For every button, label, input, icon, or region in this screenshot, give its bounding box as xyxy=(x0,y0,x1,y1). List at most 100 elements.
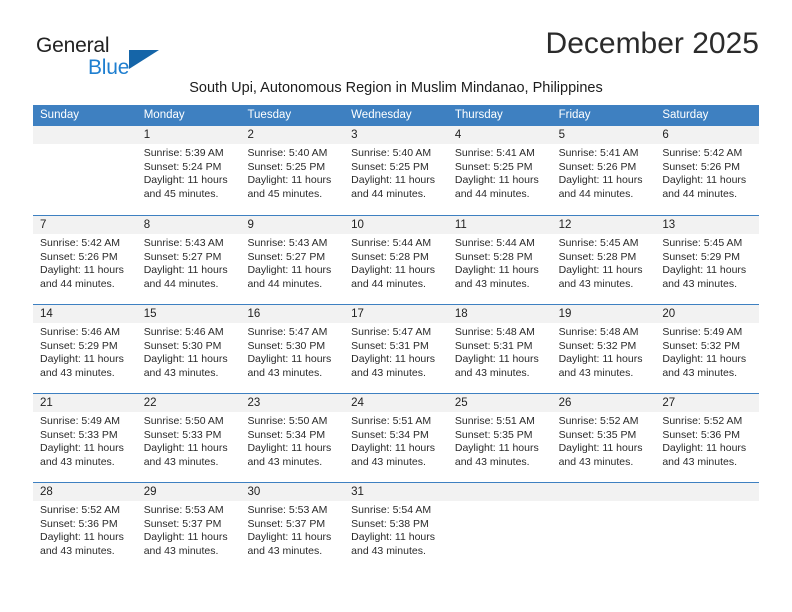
day-details: Sunrise: 5:48 AM Sunset: 5:32 PM Daylight:… xyxy=(552,323,656,380)
calendar-day-cell[interactable]: 31 Sunrise: 5:54 AM Sunset: 5:38 PM Dayligh… xyxy=(344,483,448,571)
calendar-day-cell[interactable]: 4 Sunrise: 5:41 AM Sunset: 5:25 PM Daylight… xyxy=(447,126,552,215)
daylight-duration-line-2: and 43 minutes. xyxy=(454,366,530,379)
calendar-day-cell[interactable]: 25 Sunrise: 5:51 AM Sunset: 5:35 PM Dayligh… xyxy=(447,394,552,482)
sunrise-time: Sunrise: 5:48 AM xyxy=(558,326,639,338)
day-details: Sunrise: 5:39 AM Sunset: 5:24 PM Daylight:… xyxy=(137,144,241,201)
sunset-time: Sunset: 5:25 PM xyxy=(454,160,533,173)
day-number: 5 xyxy=(551,126,656,144)
sunset-time: Sunset: 5:26 PM xyxy=(40,250,118,263)
sunrise-time: Sunrise: 5:54 AM xyxy=(351,504,432,516)
daylight-duration-line-1: Daylight: 11 hours xyxy=(454,442,539,455)
sunset-time: Sunset: 5:36 PM xyxy=(40,517,118,530)
sunset-time: Sunset: 5:36 PM xyxy=(662,428,740,441)
calendar-day-cell[interactable]: 7 Sunrise: 5:42 AM Sunset: 5:26 PM Daylight… xyxy=(33,216,137,304)
sunset-time: Sunset: 5:35 PM xyxy=(454,428,533,441)
calendar-day-cell[interactable]: 10 Sunrise: 5:44 AM Sunset: 5:28 PM Dayligh… xyxy=(344,216,448,304)
calendar-day-cell[interactable]: 17 Sunrise: 5:47 AM Sunset: 5:31 PM Dayligh… xyxy=(344,305,448,393)
sunrise-time: Sunrise: 5:47 AM xyxy=(247,326,328,338)
daylight-duration-line-1: Daylight: 11 hours xyxy=(662,174,747,187)
calendar-day-cell[interactable]: 6 Sunrise: 5:42 AM Sunset: 5:26 PM Daylight… xyxy=(655,126,760,215)
sunset-time: Sunset: 5:37 PM xyxy=(247,517,326,530)
daylight-duration-line-2: and 44 minutes. xyxy=(454,187,530,200)
weekday-header-wednesday: Wednesday xyxy=(351,109,412,121)
daylight-duration-line-1: Daylight: 11 hours xyxy=(40,531,124,544)
calendar-week-row: 7 Sunrise: 5:42 AM Sunset: 5:26 PM Daylight… xyxy=(33,215,760,304)
day-details: Sunrise: 5:53 AM Sunset: 5:37 PM Daylight:… xyxy=(137,501,241,558)
calendar-week-row: 28 Sunrise: 5:52 AM Sunset: 5:36 PM Dayligh… xyxy=(33,482,760,571)
sunrise-time: Sunrise: 5:53 AM xyxy=(247,504,328,516)
calendar-day-cell[interactable]: 28 Sunrise: 5:52 AM Sunset: 5:36 PM Dayligh… xyxy=(33,483,137,571)
sunset-time: Sunset: 5:35 PM xyxy=(558,428,637,441)
sunrise-time: Sunrise: 5:49 AM xyxy=(662,326,743,338)
daylight-duration-line-1: Daylight: 11 hours xyxy=(351,442,436,455)
logo-text-blue: Blue xyxy=(88,56,130,79)
calendar-day-cell[interactable]: 5 Sunrise: 5:41 AM Sunset: 5:26 PM Daylight… xyxy=(551,126,656,215)
calendar-day-cell[interactable]: 29 Sunrise: 5:53 AM Sunset: 5:37 PM Dayligh… xyxy=(136,483,241,571)
day-details: Sunrise: 5:50 AM Sunset: 5:33 PM Daylight:… xyxy=(137,412,241,469)
daylight-duration-line-1: Daylight: 11 hours xyxy=(454,174,539,187)
sunrise-time: Sunrise: 5:45 AM xyxy=(662,237,743,249)
daylight-duration-line-1: Daylight: 11 hours xyxy=(143,353,228,366)
sunset-time: Sunset: 5:30 PM xyxy=(247,339,326,352)
day-details: Sunrise: 5:49 AM Sunset: 5:33 PM Daylight:… xyxy=(33,412,137,469)
day-number: 30 xyxy=(240,483,345,501)
day-details: Sunrise: 5:52 AM Sunset: 5:35 PM Daylight:… xyxy=(552,412,656,469)
day-number: 3 xyxy=(344,126,448,144)
calendar-day-cell[interactable]: 19 Sunrise: 5:48 AM Sunset: 5:32 PM Dayligh… xyxy=(551,305,656,393)
daylight-duration-line-2: and 43 minutes. xyxy=(143,455,219,468)
day-number: 24 xyxy=(344,394,448,412)
day-details: Sunrise: 5:42 AM Sunset: 5:26 PM Daylight:… xyxy=(33,234,137,291)
sunrise-time: Sunrise: 5:48 AM xyxy=(454,326,535,338)
weekday-header-friday: Friday xyxy=(558,109,591,121)
daylight-duration-line-2: and 43 minutes. xyxy=(662,277,738,290)
day-number: 10 xyxy=(344,216,448,234)
sunset-time: Sunset: 5:31 PM xyxy=(454,339,533,352)
daylight-duration-line-1: Daylight: 11 hours xyxy=(247,442,332,455)
calendar-day-cell-empty xyxy=(551,483,656,571)
sunrise-time: Sunrise: 5:49 AM xyxy=(40,415,120,427)
day-details: Sunrise: 5:40 AM Sunset: 5:25 PM Daylight:… xyxy=(240,144,344,201)
calendar-day-cell[interactable]: 20 Sunrise: 5:49 AM Sunset: 5:32 PM Dayligh… xyxy=(655,305,760,393)
day-number: 9 xyxy=(240,216,345,234)
day-number: 4 xyxy=(447,126,552,144)
sunrise-time: Sunrise: 5:42 AM xyxy=(40,237,120,249)
calendar-day-cell[interactable]: 11 Sunrise: 5:44 AM Sunset: 5:28 PM Dayligh… xyxy=(447,216,552,304)
calendar-day-cell[interactable]: 12 Sunrise: 5:45 AM Sunset: 5:28 PM Dayligh… xyxy=(551,216,656,304)
day-details: Sunrise: 5:47 AM Sunset: 5:30 PM Daylight:… xyxy=(240,323,344,380)
daylight-duration-line-2: and 43 minutes. xyxy=(247,544,323,557)
calendar-day-cell[interactable]: 13 Sunrise: 5:45 AM Sunset: 5:29 PM Dayligh… xyxy=(655,216,760,304)
daylight-duration-line-2: and 43 minutes. xyxy=(351,544,426,557)
calendar-day-cell[interactable]: 21 Sunrise: 5:49 AM Sunset: 5:33 PM Dayligh… xyxy=(33,394,137,482)
daylight-duration-line-1: Daylight: 11 hours xyxy=(143,531,228,544)
sunrise-time: Sunrise: 5:42 AM xyxy=(662,147,743,159)
calendar-day-cell[interactable]: 22 Sunrise: 5:50 AM Sunset: 5:33 PM Dayligh… xyxy=(136,394,241,482)
calendar-day-cell[interactable]: 30 Sunrise: 5:53 AM Sunset: 5:37 PM Dayligh… xyxy=(240,483,345,571)
sunrise-time: Sunrise: 5:52 AM xyxy=(558,415,639,427)
day-number: 18 xyxy=(447,305,552,323)
calendar-day-cell[interactable]: 14 Sunrise: 5:46 AM Sunset: 5:29 PM Dayligh… xyxy=(33,305,137,393)
calendar-day-cell[interactable]: 18 Sunrise: 5:48 AM Sunset: 5:31 PM Dayligh… xyxy=(447,305,552,393)
sunrise-time: Sunrise: 5:43 AM xyxy=(143,237,224,249)
calendar-day-cell[interactable]: 16 Sunrise: 5:47 AM Sunset: 5:30 PM Dayligh… xyxy=(240,305,345,393)
daylight-duration-line-1: Daylight: 11 hours xyxy=(40,353,124,366)
day-details: Sunrise: 5:41 AM Sunset: 5:25 PM Daylight:… xyxy=(448,144,552,201)
day-details: Sunrise: 5:50 AM Sunset: 5:34 PM Daylight:… xyxy=(240,412,344,469)
calendar-day-cell[interactable]: 24 Sunrise: 5:51 AM Sunset: 5:34 PM Dayligh… xyxy=(344,394,448,482)
calendar-day-cell[interactable]: 23 Sunrise: 5:50 AM Sunset: 5:34 PM Dayligh… xyxy=(240,394,345,482)
calendar-day-cell[interactable]: 9 Sunrise: 5:43 AM Sunset: 5:27 PM Daylight… xyxy=(240,216,345,304)
day-number: 25 xyxy=(447,394,552,412)
calendar-day-cell[interactable]: 3 Sunrise: 5:40 AM Sunset: 5:25 PM Daylight… xyxy=(344,126,448,215)
calendar-day-cell[interactable]: 26 Sunrise: 5:52 AM Sunset: 5:35 PM Dayligh… xyxy=(551,394,656,482)
calendar-day-cell[interactable]: 8 Sunrise: 5:43 AM Sunset: 5:27 PM Daylight… xyxy=(136,216,241,304)
calendar-day-cell[interactable]: 27 Sunrise: 5:52 AM Sunset: 5:36 PM Dayligh… xyxy=(655,394,760,482)
day-details: Sunrise: 5:44 AM Sunset: 5:28 PM Daylight:… xyxy=(344,234,448,291)
daylight-duration-line-1: Daylight: 11 hours xyxy=(40,264,124,277)
sunset-time: Sunset: 5:28 PM xyxy=(351,250,429,263)
day-number: 23 xyxy=(240,394,345,412)
calendar-day-cell[interactable]: 15 Sunrise: 5:46 AM Sunset: 5:30 PM Dayligh… xyxy=(136,305,241,393)
calendar-day-cell[interactable]: 2 Sunrise: 5:40 AM Sunset: 5:25 PM Daylight… xyxy=(240,126,345,215)
daylight-duration-line-1: Daylight: 11 hours xyxy=(662,442,747,455)
calendar-day-cell[interactable]: 1 Sunrise: 5:39 AM Sunset: 5:24 PM Daylight… xyxy=(136,126,241,215)
day-number xyxy=(447,483,552,501)
daylight-duration-line-1: Daylight: 11 hours xyxy=(558,442,643,455)
